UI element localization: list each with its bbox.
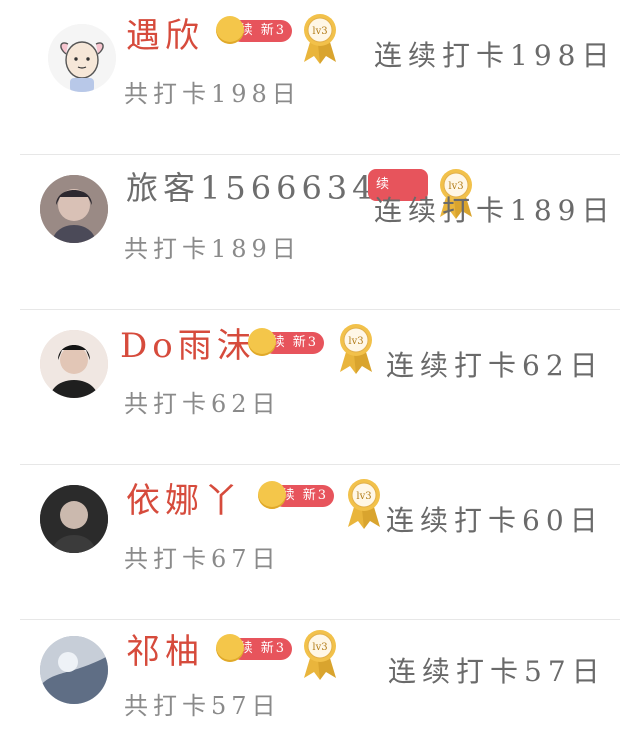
- vip-badge: 续 新3: [216, 16, 292, 44]
- streak-checkins: 连续打卡198日: [374, 39, 616, 72]
- photo-avatar-icon: [40, 175, 108, 243]
- photo-avatar-icon: [40, 636, 108, 704]
- streak-checkins: 连续打卡60日: [386, 504, 604, 537]
- level-medal-icon: lv3: [340, 324, 372, 374]
- list-item[interactable]: Do雨沫 续 新3 lv3 共打卡62日 连续打卡62日: [20, 310, 620, 465]
- photo-avatar-icon: [40, 485, 108, 553]
- checkin-leaderboard: 遇欣 续 新3 lv3 共打卡198日 连续打卡198日 旅客1566634…: [0, 0, 640, 746]
- username[interactable]: 遇欣: [126, 8, 204, 57]
- streak-checkins: 连续打卡62日: [386, 349, 604, 382]
- avatar[interactable]: [40, 485, 108, 553]
- level-medal-icon: lv3: [348, 479, 380, 529]
- level-text: lv3: [312, 642, 327, 653]
- total-checkins: 共打卡198日: [124, 80, 301, 108]
- list-item[interactable]: 旅客1566634… 续 lv3 共打卡189日 连续打卡189日: [20, 155, 620, 310]
- level-text: lv3: [348, 336, 363, 347]
- level-text: lv3: [312, 26, 327, 37]
- avatar[interactable]: [40, 636, 108, 704]
- photo-avatar-icon: [40, 330, 108, 398]
- streak-checkins: 连续打卡189日: [374, 194, 616, 227]
- vip-badge: 续 新3: [248, 328, 324, 356]
- crown-icon: [216, 634, 244, 662]
- total-checkins: 共打卡67日: [124, 545, 281, 573]
- cartoon-avatar-icon: [48, 24, 116, 92]
- level-medal-icon: lv3: [304, 630, 336, 680]
- level-medal-icon: lv3: [304, 14, 336, 64]
- vip-badge: 续 新3: [258, 481, 334, 509]
- crown-icon: [248, 328, 276, 356]
- avatar[interactable]: [48, 24, 116, 92]
- username[interactable]: 祁柚: [126, 624, 204, 673]
- avatar[interactable]: [40, 330, 108, 398]
- crown-icon: [216, 16, 244, 44]
- total-checkins: 共打卡189日: [124, 235, 301, 263]
- crown-icon: [258, 481, 286, 509]
- username[interactable]: 依娜丫: [126, 473, 243, 522]
- username[interactable]: Do雨沫: [120, 318, 256, 367]
- list-item[interactable]: 遇欣 续 新3 lv3 共打卡198日 连续打卡198日: [20, 0, 620, 155]
- level-text: lv3: [356, 491, 371, 502]
- total-checkins: 共打卡62日: [124, 390, 281, 418]
- avatar[interactable]: [40, 175, 108, 243]
- total-checkins: 共打卡57日: [124, 692, 281, 720]
- list-item[interactable]: 祁柚 续 新3 lv3 共打卡57日 连续打卡57日: [20, 620, 620, 746]
- vip-badge: 续 新3: [216, 634, 292, 662]
- list-item[interactable]: 依娜丫 续 新3 lv3 共打卡67日 连续打卡60日: [20, 465, 620, 620]
- streak-checkins: 连续打卡57日: [388, 655, 606, 688]
